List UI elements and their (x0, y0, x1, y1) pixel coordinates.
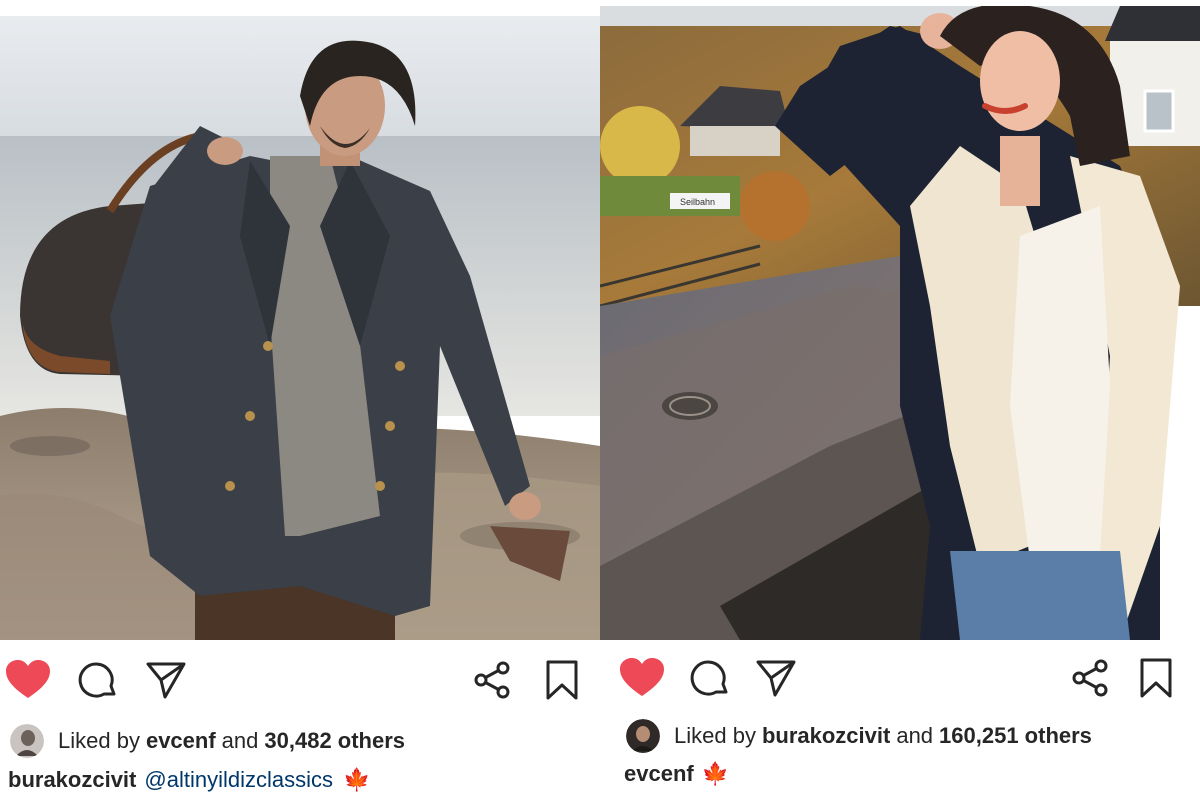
liked-by-user-link[interactable]: evcenf (146, 728, 216, 754)
likes-summary: Liked by evcenf and 30,482 others (0, 721, 600, 761)
post-caption: burakozcivit @altinyildizclassics 🍁 (0, 762, 600, 798)
comment-icon[interactable] (688, 656, 732, 700)
likes-summary: Liked by burakozcivit and 160,251 others (600, 716, 1200, 756)
heart-icon[interactable] (620, 656, 664, 700)
maple-leaf-icon: 🍁 (701, 761, 730, 786)
bookmark-icon[interactable] (1134, 656, 1178, 700)
avatar[interactable] (10, 724, 44, 758)
liked-by-label: Liked by (674, 723, 756, 748)
send-icon[interactable] (144, 658, 188, 702)
street-sign-label: Seilbahn (680, 197, 715, 207)
post-photo[interactable] (0, 16, 600, 640)
share-icon[interactable] (1068, 656, 1112, 700)
post-caption: evcenf 🍁 (600, 756, 1200, 792)
send-icon[interactable] (754, 656, 798, 700)
caption-username-link[interactable]: evcenf (624, 761, 694, 787)
liked-by-user-link[interactable]: burakozcivit (762, 723, 890, 749)
caption-username-link[interactable]: burakozcivit (8, 767, 136, 793)
bookmark-icon[interactable] (540, 658, 584, 702)
comment-icon[interactable] (76, 658, 120, 702)
avatar[interactable] (626, 719, 660, 753)
post-burakozcivit: Liked by evcenf and 30,482 others burako… (0, 0, 600, 800)
post-action-bar (0, 650, 600, 710)
likes-conjunction: and (896, 723, 934, 748)
post-action-bar (600, 648, 1200, 708)
share-icon[interactable] (470, 658, 514, 702)
liked-by-label: Liked by (58, 728, 140, 753)
post-photo[interactable]: Seilbahn (600, 6, 1200, 640)
heart-icon[interactable] (6, 658, 50, 702)
post-evcenf: Seilbahn Liked by burakozcivit and 160,2… (600, 0, 1200, 800)
photo-woman-on-street: Seilbahn (600, 6, 1200, 640)
likes-count-link[interactable]: 30,482 others (264, 728, 405, 754)
likes-conjunction: and (221, 728, 259, 753)
likes-count-link[interactable]: 160,251 others (939, 723, 1092, 749)
photo-man-on-shore (0, 16, 600, 640)
caption-mention-link[interactable]: @altinyildizclassics (144, 767, 333, 793)
maple-leaf-icon: 🍁 (342, 767, 371, 792)
